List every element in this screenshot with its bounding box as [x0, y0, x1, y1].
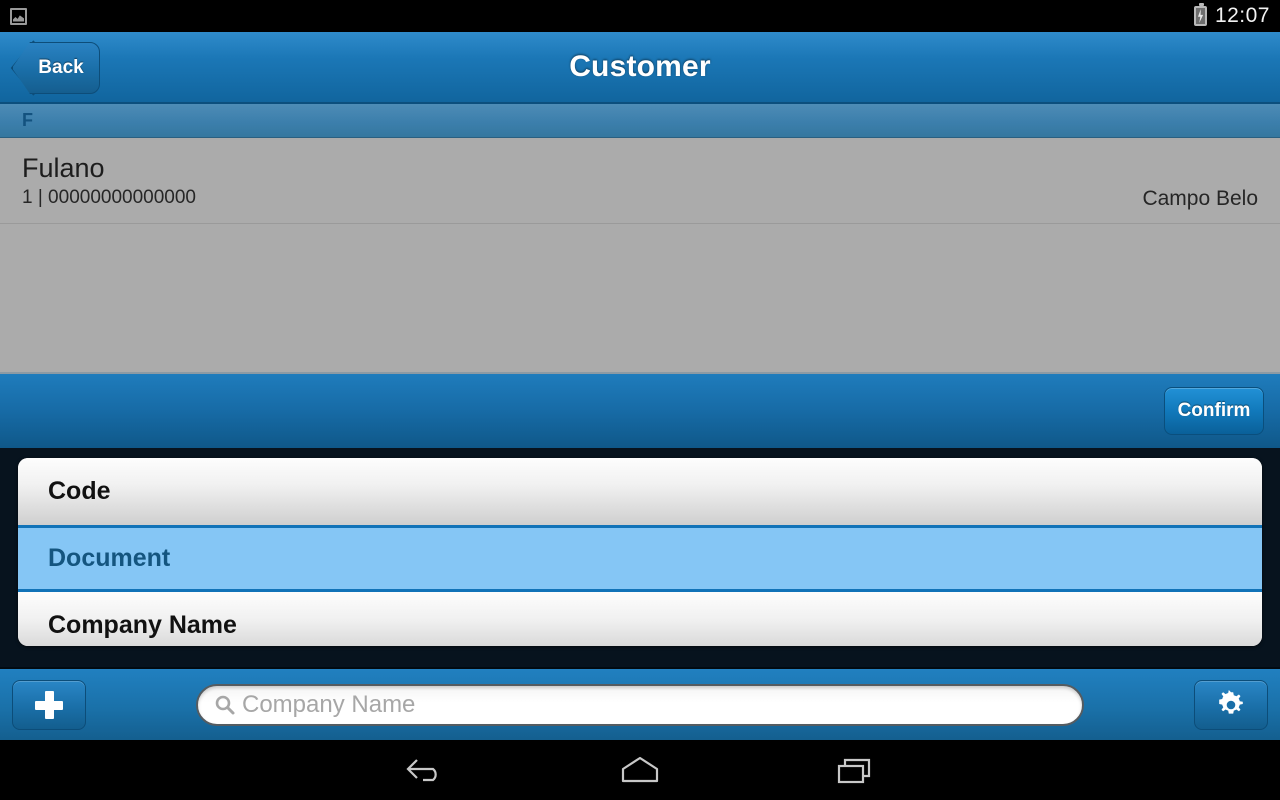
search-container: Company Name	[86, 683, 1194, 726]
app-root: 12:07 Back Customer F Fulano 1 | 0000000…	[0, 0, 1280, 800]
plus-icon	[34, 690, 64, 720]
search-input[interactable]: Company Name	[196, 683, 1084, 726]
customer-location: Campo Belo	[1142, 187, 1258, 210]
bottom-toolbar: Company Name	[0, 667, 1280, 740]
battery-charging-icon	[1193, 3, 1207, 26]
android-status-bar: 12:07	[0, 0, 1280, 32]
confirm-button[interactable]: Confirm	[1164, 387, 1264, 435]
dropdown-item-document[interactable]: Document	[18, 525, 1262, 592]
back-button[interactable]: Back	[12, 42, 100, 94]
customer-code-document: 1 | 00000000000000	[22, 187, 196, 208]
dropdown-item-company-name[interactable]: Company Name	[18, 592, 1262, 646]
dropdown-item-label: Document	[48, 544, 171, 572]
status-bar-left	[10, 7, 1194, 25]
settings-button[interactable]	[1194, 679, 1268, 730]
table-row[interactable]: Fulano 1 | 00000000000000 Campo Belo	[0, 138, 1280, 224]
back-button-label: Back	[38, 57, 84, 78]
list-section-header: F	[0, 104, 1280, 138]
page-title: Customer	[569, 50, 711, 83]
confirm-button-label: Confirm	[1177, 400, 1251, 421]
android-back-icon	[406, 759, 437, 782]
status-bar-right: 12:07	[1193, 3, 1270, 28]
status-bar-clock: 12:07	[1214, 4, 1270, 27]
search-input-placeholder: Company Name	[242, 690, 416, 718]
dropdown-item-label: Company Name	[48, 611, 237, 639]
gear-icon	[1219, 689, 1243, 714]
search-icon	[215, 695, 235, 714]
android-recents-button[interactable]	[795, 740, 915, 800]
android-home-icon	[621, 756, 659, 783]
section-header-label: F	[22, 110, 33, 130]
add-button[interactable]	[12, 679, 86, 730]
android-recents-icon	[837, 758, 871, 784]
action-bar: Confirm	[0, 372, 1280, 448]
nav-spacer-left	[485, 740, 580, 800]
search-field-selector[interactable]: Code Document Company Name	[18, 458, 1262, 646]
nav-spacer-right	[700, 740, 795, 800]
search-field-selector-area: Code Document Company Name	[0, 448, 1280, 667]
android-back-button[interactable]	[365, 740, 485, 800]
customer-name: Fulano	[22, 153, 105, 183]
dropdown-item-label: Code	[48, 477, 111, 505]
dropdown-item-code[interactable]: Code	[18, 458, 1262, 525]
android-home-button[interactable]	[580, 740, 700, 800]
title-bar: Back Customer	[0, 32, 1280, 104]
screenshot-icon	[10, 7, 27, 25]
android-nav-bar	[0, 740, 1280, 800]
customer-list[interactable]: Fulano 1 | 00000000000000 Campo Belo	[0, 138, 1280, 372]
